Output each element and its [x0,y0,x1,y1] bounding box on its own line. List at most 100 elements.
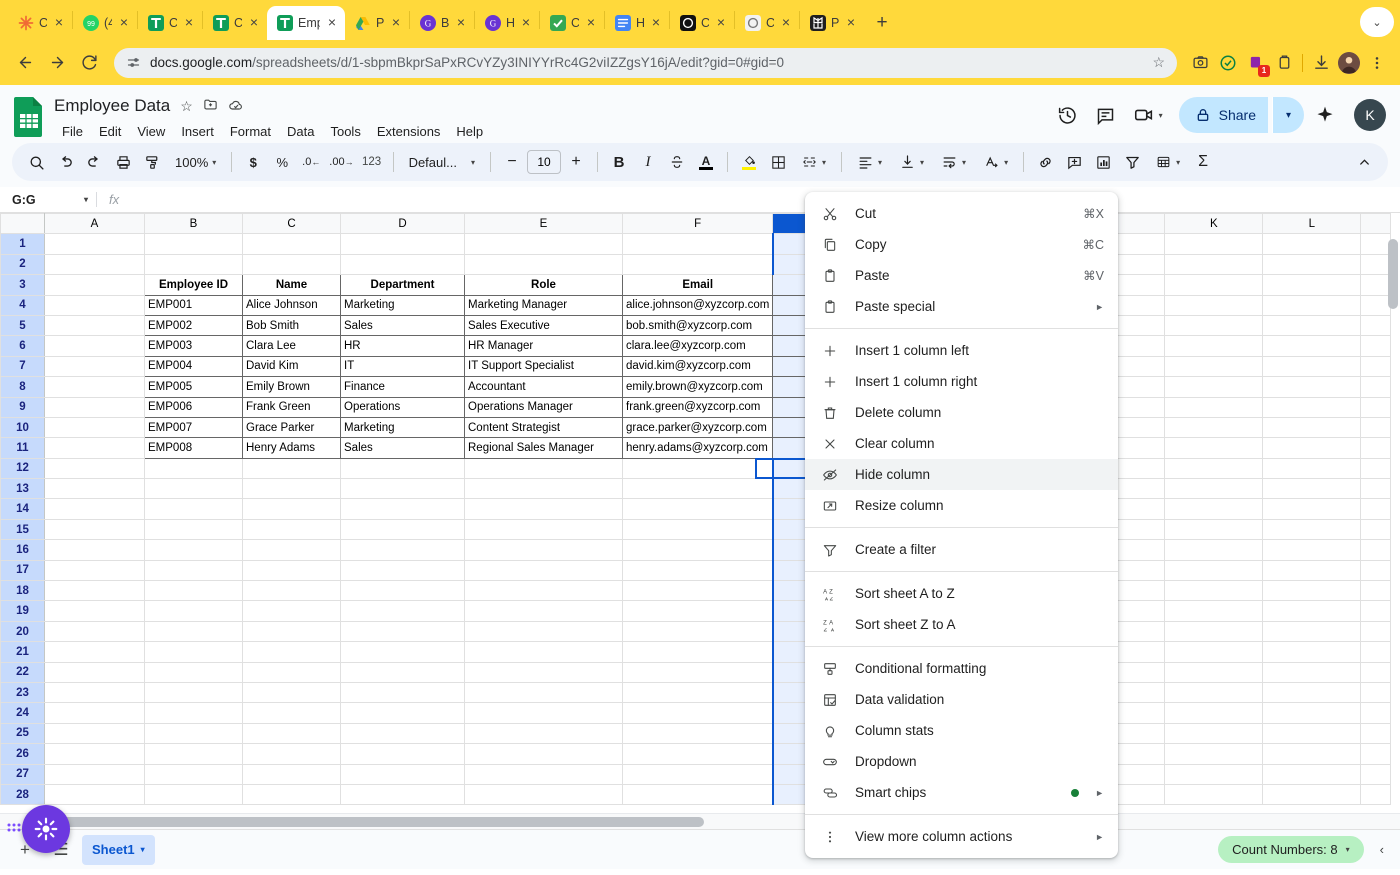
cell-F14[interactable] [621,498,774,520]
gemini-sparkle-icon[interactable] [1308,98,1342,132]
cell-A1[interactable] [44,233,145,255]
cell-K15[interactable] [1164,518,1264,541]
clipboard-icon[interactable] [1271,50,1297,76]
row-header-22[interactable]: 22 [0,661,45,683]
cell-E26[interactable] [464,743,623,765]
shield-green-icon[interactable] [1215,50,1241,76]
cell-F12[interactable] [621,457,774,480]
menu-item-delete-column[interactable]: Delete column [805,397,1118,428]
cell-B25[interactable] [144,722,243,745]
cell-F6[interactable]: clara.lee@xyzcorp.com [621,335,774,357]
cell-L15[interactable] [1262,518,1362,541]
cell-K11[interactable] [1164,437,1264,459]
menu-item-cut[interactable]: Cut ⌘X [805,198,1118,229]
cell-E16[interactable] [464,539,623,561]
cell-A5[interactable] [44,314,145,337]
browser-tab[interactable]: Clic × [540,6,604,40]
cell-A28[interactable] [44,783,145,806]
italic-button[interactable]: I [634,148,662,176]
cell-C14[interactable] [242,498,341,520]
cell-K22[interactable] [1164,661,1264,683]
cell-M15[interactable] [1360,518,1392,541]
row-header-2[interactable]: 2 [0,253,45,276]
menu-item-copy[interactable]: Copy ⌘C [805,229,1118,260]
menu-item-paste-special[interactable]: Paste special ► [805,291,1118,322]
cell-A18[interactable] [44,580,145,602]
row-header-5[interactable]: 5 [0,314,45,337]
paint-format-icon[interactable] [138,148,166,176]
back-button[interactable] [10,48,40,78]
spreadsheet-grid[interactable]: ABCDEFGHIJKL123Employee IDNameDepartment… [0,213,1400,813]
cell-E6[interactable]: HR Manager [464,335,623,357]
cell-B12[interactable] [144,457,243,480]
select-all-corner[interactable] [0,213,45,235]
cell-K16[interactable] [1164,539,1264,561]
cell-E20[interactable] [464,620,623,643]
cell-A25[interactable] [44,722,145,745]
cell-L7[interactable] [1262,355,1362,378]
menu-item-create-a-filter[interactable]: Create a filter [805,534,1118,565]
cell-C21[interactable] [242,641,341,663]
browser-tab[interactable]: Clic × [138,6,202,40]
cell-F13[interactable] [621,478,774,500]
bold-button[interactable]: B [605,148,633,176]
browser-tab[interactable]: G How × [475,6,539,40]
cell-B23[interactable] [144,681,243,704]
cell-B18[interactable] [144,580,243,602]
undo-icon[interactable] [51,148,79,176]
row-header-26[interactable]: 26 [0,743,45,765]
profile-avatar-icon[interactable] [1336,50,1362,76]
cell-F2[interactable] [621,253,774,276]
cell-C8[interactable]: Emily Brown [242,376,341,398]
cell-L20[interactable] [1262,620,1362,643]
cell-A2[interactable] [44,253,145,276]
cell-L26[interactable] [1262,743,1362,765]
decrease-decimal-button[interactable]: .0 ← [297,148,325,176]
close-icon[interactable]: × [52,15,66,30]
cell-E27[interactable] [464,763,623,785]
cell-L13[interactable] [1262,478,1362,500]
screenshot-icon[interactable] [1187,50,1213,76]
cell-C19[interactable] [242,600,341,622]
row-header-3[interactable]: 3 [0,274,45,296]
cell-C20[interactable] [242,620,341,643]
cell-B8[interactable]: EMP005 [144,376,243,398]
menu-data[interactable]: Data [279,121,322,142]
browser-tab[interactable]: Clic × [8,6,72,40]
cell-D1[interactable] [340,233,465,255]
column-header-D[interactable]: D [340,213,465,235]
browser-tab[interactable]: Clic × [203,6,267,40]
cell-K13[interactable] [1164,478,1264,500]
cell-B9[interactable]: EMP006 [144,396,243,418]
menu-file[interactable]: File [54,121,91,142]
row-header-27[interactable]: 27 [0,763,45,785]
cell-F28[interactable] [621,783,774,806]
cell-L27[interactable] [1262,763,1362,785]
chevron-down-icon[interactable]: ▾ [84,195,88,204]
chevron-down-icon[interactable]: ▾ [1346,845,1350,854]
move-to-folder-icon[interactable] [203,97,218,115]
cell-F3[interactable]: Email [621,274,774,296]
row-header-25[interactable]: 25 [0,722,45,745]
cell-B16[interactable] [144,539,243,561]
cell-C26[interactable] [242,743,341,765]
cell-K8[interactable] [1164,376,1264,398]
cell-K19[interactable] [1164,600,1264,622]
cell-M28[interactable] [1360,783,1392,806]
cell-B20[interactable] [144,620,243,643]
cell-C12[interactable] [242,457,341,480]
site-settings-icon[interactable] [126,55,141,70]
cell-M17[interactable] [1360,559,1392,582]
cell-L10[interactable] [1262,416,1362,439]
cell-E21[interactable] [464,641,623,663]
forward-button[interactable] [42,48,72,78]
version-history-icon[interactable] [1051,98,1085,132]
cell-B7[interactable]: EMP004 [144,355,243,378]
cell-F24[interactable] [621,702,774,724]
row-header-12[interactable]: 12 [0,457,45,480]
cell-D21[interactable] [340,641,465,663]
extension-purple-icon[interactable]: 1 [1243,50,1270,77]
cell-B2[interactable] [144,253,243,276]
text-color-icon[interactable]: A [692,148,720,176]
cell-D22[interactable] [340,661,465,683]
